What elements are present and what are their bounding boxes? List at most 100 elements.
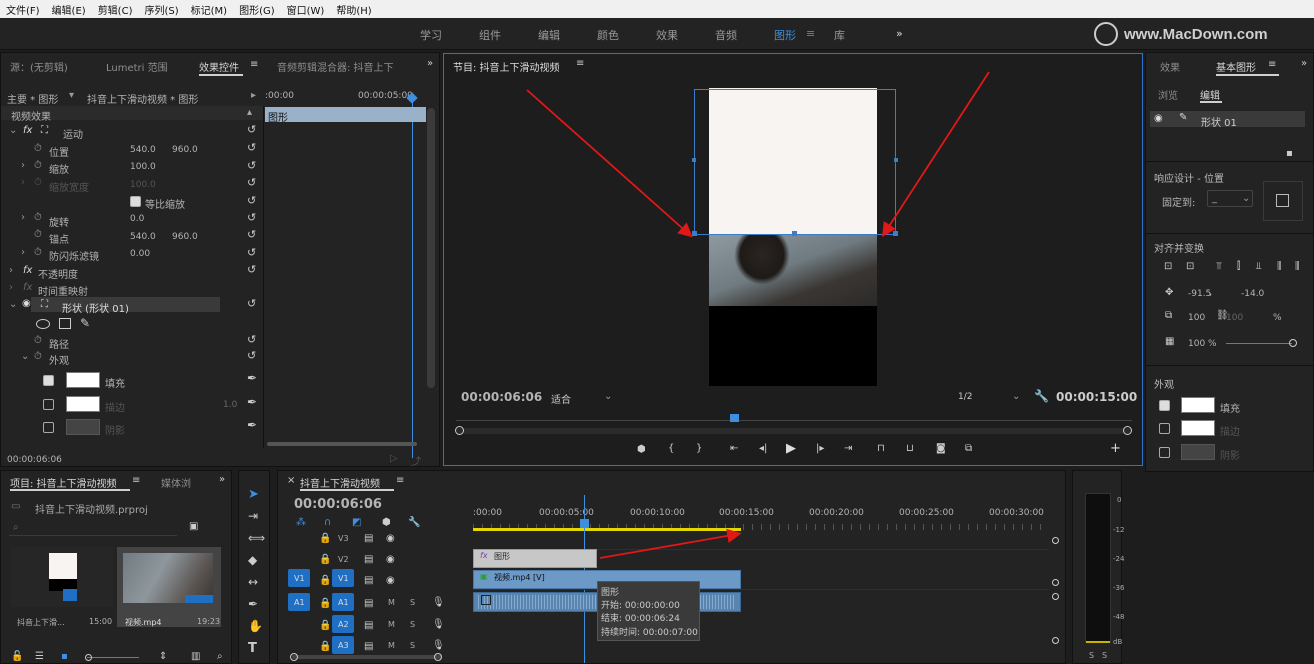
collapse-motion-icon[interactable]: ⌄ <box>9 125 17 136</box>
lock-icon[interactable]: 🔒 <box>319 641 331 652</box>
lock-icon[interactable]: 🔒 <box>319 533 331 544</box>
scroll-up-icon[interactable]: ▴ <box>247 107 252 118</box>
opacity-slider-handle[interactable] <box>1289 339 1297 347</box>
ellipse-mask-icon[interactable] <box>36 319 50 329</box>
opacity-field[interactable]: 100 % <box>1188 339 1217 349</box>
tab-audio-clip-mixer[interactable]: 音频剪辑混合器: 抖音上下 <box>277 59 394 74</box>
anchor-x-value[interactable]: 540.0 <box>130 232 156 242</box>
ripple-edit-tool-icon[interactable]: ⟺ <box>248 531 265 545</box>
rotation-value[interactable]: 0.0 <box>130 214 144 224</box>
lift-icon[interactable]: ⊓ <box>877 443 885 454</box>
stroke-color-swatch[interactable] <box>1181 420 1215 436</box>
chevron-down-icon[interactable]: ⌄ <box>604 391 612 402</box>
mark-in-icon[interactable]: { <box>668 443 674 454</box>
reset-antiflicker-icon[interactable]: ↺ <box>247 246 256 259</box>
workspace-assembly[interactable]: 组件 <box>479 27 501 43</box>
eyedropper-icon[interactable]: ✒ <box>247 395 257 409</box>
collapse-appearance-icon[interactable]: ⌄ <box>21 351 29 362</box>
position-x-field[interactable]: -91.5 <box>1188 289 1211 299</box>
stopwatch-icon[interactable]: ⏱ <box>34 212 42 223</box>
timeline-settings-icon[interactable]: 🔧 <box>408 517 420 528</box>
hand-tool-icon[interactable]: ✋ <box>248 619 263 633</box>
icon-view-icon[interactable]: ▪ <box>61 651 68 662</box>
pen-mask-icon[interactable]: ✎ <box>80 316 90 330</box>
horizontal-scrollbar[interactable] <box>292 655 442 659</box>
razor-tool-icon[interactable]: ◆ <box>248 553 257 567</box>
menu-markers[interactable]: 标记(M) <box>185 2 233 17</box>
menu-help[interactable]: 帮助(H) <box>330 2 377 17</box>
ec-horizontal-scrollbar[interactable] <box>267 442 417 446</box>
sequence-clip-label[interactable]: 抖音上下滑动视频 * 图形 <box>87 91 198 106</box>
zoom-slider-handle[interactable] <box>85 654 92 661</box>
track-select-tool-icon[interactable]: ⇥ <box>248 509 258 523</box>
slip-tool-icon[interactable]: ↔ <box>248 575 258 589</box>
step-back-icon[interactable]: ◂| <box>759 443 767 454</box>
stroke-checkbox[interactable] <box>43 399 54 410</box>
reset-uniform-scale-icon[interactable]: ↺ <box>247 194 256 207</box>
shadow-color-swatch[interactable] <box>66 419 100 435</box>
workspace-graphics[interactable]: 图形 <box>774 27 796 43</box>
workspace-menu-icon[interactable]: ≡ <box>806 27 815 40</box>
fx-icon[interactable]: fx <box>23 265 32 276</box>
graphic-clip[interactable] <box>473 549 597 568</box>
scale-width-field[interactable]: 100 <box>1188 313 1205 323</box>
uniform-scale-checkbox[interactable] <box>130 196 141 207</box>
more-panels-icon[interactable]: » <box>219 474 225 485</box>
lock-icon[interactable]: 🔒 <box>319 620 331 631</box>
workspace-libraries[interactable]: 库 <box>834 27 845 43</box>
button-editor-icon[interactable]: + <box>1110 441 1121 456</box>
tab-essential-graphics[interactable]: 基本图形 <box>1216 59 1256 74</box>
zoom-handle-right[interactable] <box>1123 426 1132 435</box>
monitor-scrub-ruler[interactable] <box>456 420 1132 421</box>
sync-lock-icon[interactable]: ▤ <box>364 554 373 565</box>
snap-icon[interactable]: ∩ <box>324 517 331 528</box>
project-search-input[interactable] <box>9 520 177 536</box>
fx-icon[interactable]: fx <box>23 125 32 136</box>
linked-selection-icon[interactable]: ◩ <box>352 517 361 528</box>
master-clip-label[interactable]: 主要 * 图形 <box>7 91 58 106</box>
microphone-icon[interactable]: 🎙 <box>432 619 445 630</box>
resolution-dropdown[interactable]: 1/2 <box>958 392 972 402</box>
vertical-scroll-handle[interactable] <box>1052 637 1059 644</box>
workspace-editing[interactable]: 编辑 <box>538 27 560 43</box>
eye-icon[interactable]: ◉ <box>386 554 395 565</box>
eye-icon[interactable]: ◉ <box>386 575 395 586</box>
more-workspaces-icon[interactable]: » <box>896 27 903 40</box>
expand-antiflicker-icon[interactable]: › <box>21 247 25 258</box>
step-forward-icon[interactable]: |▸ <box>816 443 824 454</box>
stroke-color-swatch[interactable] <box>66 396 100 412</box>
eye-icon[interactable]: ◉ <box>1154 113 1163 124</box>
anchor-y-value[interactable]: 960.0 <box>172 232 198 242</box>
menu-graphics[interactable]: 图形(G) <box>233 2 281 17</box>
reset-path-icon[interactable]: ↺ <box>247 333 256 346</box>
workspace-effects[interactable]: 效果 <box>656 27 678 43</box>
tab-lumetri-scopes[interactable]: Lumetri 范围 <box>106 59 168 74</box>
zoom-handle-left[interactable] <box>455 426 464 435</box>
rectangle-mask-icon[interactable] <box>59 318 71 329</box>
shadow-color-swatch[interactable] <box>1181 444 1215 460</box>
new-bin-icon[interactable]: ▣ <box>189 521 198 532</box>
vertical-scroll-handle[interactable] <box>1052 537 1059 544</box>
export-icon[interactable]: ⤴ <box>411 453 421 468</box>
go-to-in-icon[interactable]: ⇤ <box>730 443 738 454</box>
stopwatch-icon[interactable]: ⏱ <box>34 247 42 258</box>
distribute-icon[interactable]: ⫼ <box>1277 261 1282 272</box>
tab-effects[interactable]: 效果 <box>1160 59 1180 74</box>
selection-tool-icon[interactable]: ➤ <box>248 487 259 502</box>
pin-center-box[interactable] <box>1276 194 1289 207</box>
program-playhead-timecode[interactable]: 00:00:06:06 <box>461 390 542 404</box>
horizontal-scroll-handle[interactable] <box>290 653 298 661</box>
reset-shape-icon[interactable]: ↺ <box>247 297 256 310</box>
stopwatch-icon[interactable]: ⏱ <box>34 351 42 362</box>
fill-color-swatch[interactable] <box>66 372 100 388</box>
menu-window[interactable]: 窗口(W) <box>281 2 331 17</box>
fill-checkbox[interactable] <box>43 375 54 386</box>
go-to-out-icon[interactable]: ⇥ <box>844 443 852 454</box>
opacity-slider-track[interactable] <box>1226 343 1292 344</box>
nest-icon[interactable]: ⁂ <box>296 517 306 528</box>
monitor-zoom-bar[interactable] <box>456 428 1132 434</box>
reset-motion-icon[interactable]: ↺ <box>247 123 256 136</box>
reset-anchor-icon[interactable]: ↺ <box>247 228 256 241</box>
expand-opacity-icon[interactable]: › <box>9 265 13 276</box>
position-y-value[interactable]: 960.0 <box>172 145 198 155</box>
